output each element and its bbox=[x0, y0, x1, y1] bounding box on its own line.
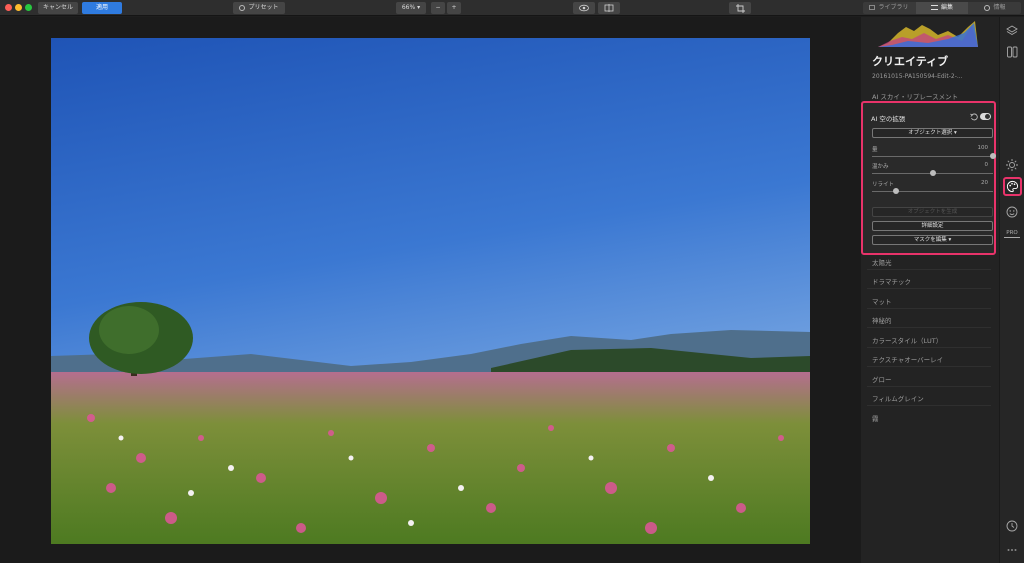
category-film-grain[interactable]: フィルムグレイン bbox=[872, 393, 924, 403]
sliders-icon bbox=[930, 5, 938, 10]
category-sunlight[interactable]: 太陽光 bbox=[872, 257, 892, 267]
zoom-in-button[interactable]: + bbox=[447, 2, 461, 14]
ai-sky-extension-tool: AI 空の拡張 オブジェクト選択 ▾ 量 100 温かみ 0 リライト 20 オ… bbox=[861, 101, 996, 255]
top-toolbar: キャンセル 適用 プリセット 66% ▾ − + ライブラリ 編集 情報 bbox=[0, 0, 1024, 16]
split-view-icon bbox=[604, 4, 614, 12]
minimize-window-icon[interactable] bbox=[15, 4, 22, 11]
reset-icon[interactable] bbox=[970, 113, 978, 121]
slider-warmth-value: 0 bbox=[984, 162, 989, 168]
slider-relight-value: 20 bbox=[981, 180, 988, 186]
slider-relight-label: リライト bbox=[872, 182, 895, 188]
tab-info-label: 情報 bbox=[993, 4, 1006, 11]
palette-icon bbox=[1007, 180, 1019, 193]
tab-library[interactable]: ライブラリ bbox=[863, 2, 915, 14]
generate-object-button: オブジェクトを生成 bbox=[872, 207, 993, 217]
divider bbox=[867, 269, 991, 270]
photo-preview[interactable] bbox=[51, 38, 810, 544]
divider bbox=[867, 366, 991, 367]
landscape-photo bbox=[51, 38, 810, 544]
more-icon[interactable] bbox=[1005, 543, 1019, 557]
zoom-select[interactable]: 66% ▾ bbox=[396, 2, 426, 14]
divider bbox=[867, 327, 991, 328]
compare-button[interactable] bbox=[598, 2, 620, 14]
apply-button[interactable]: 適用 bbox=[82, 2, 122, 14]
tool-rail: PRO bbox=[999, 17, 1024, 563]
zoom-out-button[interactable]: − bbox=[431, 2, 445, 14]
divider bbox=[867, 405, 991, 406]
close-window-icon[interactable] bbox=[5, 4, 12, 11]
pro-badge[interactable]: PRO bbox=[1004, 230, 1020, 238]
tab-info[interactable]: 情報 bbox=[969, 2, 1021, 14]
tab-edit[interactable]: 編集 bbox=[916, 2, 968, 14]
slider-warmth-track[interactable] bbox=[872, 170, 993, 176]
panel-title: クリエイティブ bbox=[872, 55, 949, 68]
divider bbox=[867, 288, 991, 289]
category-dramatic[interactable]: ドラマチック bbox=[872, 276, 911, 286]
compare-icon[interactable] bbox=[1005, 45, 1019, 59]
preset-button[interactable]: プリセット bbox=[233, 2, 285, 14]
slider-amount-track[interactable] bbox=[872, 153, 996, 159]
divider bbox=[867, 308, 991, 309]
slider-amount-knob[interactable] bbox=[990, 153, 996, 159]
cancel-button[interactable]: キャンセル bbox=[38, 2, 78, 14]
zoom-value: 66% bbox=[401, 4, 416, 11]
library-icon bbox=[869, 5, 876, 10]
toggle-knob bbox=[985, 114, 990, 119]
mode-tabs: ライブラリ 編集 情報 bbox=[863, 2, 1021, 14]
tab-edit-label: 編集 bbox=[940, 4, 953, 11]
history-icon[interactable] bbox=[1005, 519, 1019, 533]
eye-icon bbox=[579, 4, 589, 12]
category-color-style-lut[interactable]: カラースタイル（LUT） bbox=[872, 335, 942, 345]
detail-settings-button[interactable]: 詳細設定 bbox=[872, 221, 993, 231]
category-mystical[interactable]: 神秘的 bbox=[872, 315, 892, 325]
category-glow[interactable]: グロー bbox=[872, 374, 892, 384]
preset-icon bbox=[239, 4, 246, 11]
slider-relight-track[interactable] bbox=[872, 188, 993, 194]
maximize-window-icon[interactable] bbox=[25, 4, 32, 11]
file-name: 20161015-PA150594-Edit-2-... bbox=[872, 73, 963, 80]
preview-button[interactable] bbox=[573, 2, 595, 14]
histogram bbox=[878, 21, 978, 47]
layers-icon[interactable] bbox=[1005, 24, 1019, 38]
ai-sky-replacement-item[interactable]: AI スカイ・リプレースメント bbox=[872, 91, 958, 101]
category-fog[interactable]: 霧 bbox=[872, 413, 879, 423]
crop-icon bbox=[735, 3, 745, 13]
info-icon bbox=[984, 4, 991, 11]
slider-amount-label: 量 bbox=[872, 147, 878, 153]
slider-warmth-knob[interactable] bbox=[929, 170, 936, 176]
slider-relight-knob[interactable] bbox=[893, 188, 900, 194]
tool-toggle[interactable] bbox=[980, 113, 991, 120]
face-icon[interactable] bbox=[1005, 205, 1019, 219]
edit-mask-dropdown[interactable]: マスクを編集 ▾ bbox=[872, 235, 993, 245]
adjustments-panel: クリエイティブ 20161015-PA150594-Edit-2-... AI … bbox=[861, 17, 999, 563]
crop-button[interactable] bbox=[729, 2, 751, 14]
category-texture-overlay[interactable]: テクスチャオーバーレイ bbox=[872, 354, 943, 364]
divider bbox=[867, 347, 991, 348]
sun-icon[interactable] bbox=[1005, 158, 1019, 172]
creative-tool-highlight[interactable] bbox=[1003, 177, 1022, 196]
tool-title: AI 空の拡張 bbox=[871, 115, 906, 123]
slider-amount-value: 100 bbox=[977, 145, 989, 151]
category-matte[interactable]: マット bbox=[872, 296, 892, 306]
object-select-dropdown[interactable]: オブジェクト選択 ▾ bbox=[872, 128, 993, 138]
preset-label: プリセット bbox=[248, 4, 279, 11]
tab-library-label: ライブラリ bbox=[878, 4, 909, 11]
divider bbox=[867, 386, 991, 387]
slider-warmth-label: 温かみ bbox=[872, 164, 889, 170]
